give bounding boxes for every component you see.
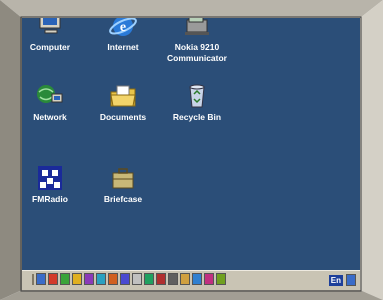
quick-launch-icon[interactable]	[36, 273, 46, 285]
nokia-communicator-icon	[181, 18, 213, 40]
quick-launch-icon[interactable]	[192, 273, 202, 285]
quick-launch-icon[interactable]	[156, 273, 166, 285]
tray-monitor-icon[interactable]	[346, 274, 356, 286]
quick-launch-icon[interactable]	[120, 273, 130, 285]
icon-label: Recycle Bin	[172, 112, 222, 122]
desktop-icon-recycle-bin[interactable]: Recycle Bin	[157, 82, 237, 123]
icon-label: Documents	[99, 112, 147, 122]
taskbar: En	[22, 270, 360, 290]
quick-launch-icon[interactable]	[60, 273, 70, 285]
icon-label: Computer	[29, 42, 71, 52]
desktop-icon-fmradio[interactable]: FMRadio	[22, 164, 90, 205]
system-tray: En	[328, 273, 356, 287]
desktop-icon-nokia-communicator[interactable]: Nokia 9210 Communicator	[157, 18, 237, 64]
desktop-icon-documents[interactable]: Documents	[83, 82, 163, 123]
icon-label: Internet	[107, 42, 139, 52]
quick-launch-icon[interactable]	[180, 273, 190, 285]
svg-text:e: e	[120, 20, 126, 35]
quick-launch-icon[interactable]	[72, 273, 82, 285]
quick-launch-icon[interactable]	[108, 273, 118, 285]
icon-label: Briefcase	[103, 194, 143, 204]
icon-label-line1: Nokia 9210	[174, 42, 220, 52]
quick-launch-icon[interactable]	[216, 273, 226, 285]
computer-icon	[34, 18, 66, 40]
desktop-icon-briefcase[interactable]: Briefcase	[83, 164, 163, 205]
quick-launch-icon[interactable]	[204, 273, 214, 285]
quick-launch-icon[interactable]	[144, 273, 154, 285]
quick-launch-icon[interactable]	[48, 273, 58, 285]
network-icon	[34, 82, 66, 110]
fmradio-icon	[34, 164, 66, 192]
taskbar-handle[interactable]	[24, 274, 34, 285]
icon-label: Network	[33, 112, 67, 122]
briefcase-icon	[107, 164, 139, 192]
language-indicator[interactable]: En	[328, 274, 343, 286]
desktop-area: Computer e Internet Nokia 9210 Communica…	[22, 18, 360, 290]
internet-globe-icon: e	[107, 18, 139, 40]
quick-launch-bar	[36, 273, 226, 287]
icon-label: FMRadio	[32, 194, 68, 204]
quick-launch-icon[interactable]	[84, 273, 94, 285]
quick-launch-icon[interactable]	[132, 273, 142, 285]
recycle-bin-icon	[181, 82, 213, 110]
quick-launch-icon[interactable]	[96, 273, 106, 285]
desktop-icon-internet[interactable]: e Internet	[83, 18, 163, 53]
desktop-icon-network[interactable]: Network	[22, 82, 90, 123]
icon-label-line2: Communicator	[167, 53, 227, 63]
desktop-icon-computer[interactable]: Computer	[22, 18, 90, 53]
quick-launch-icon[interactable]	[168, 273, 178, 285]
documents-folder-icon	[107, 82, 139, 110]
